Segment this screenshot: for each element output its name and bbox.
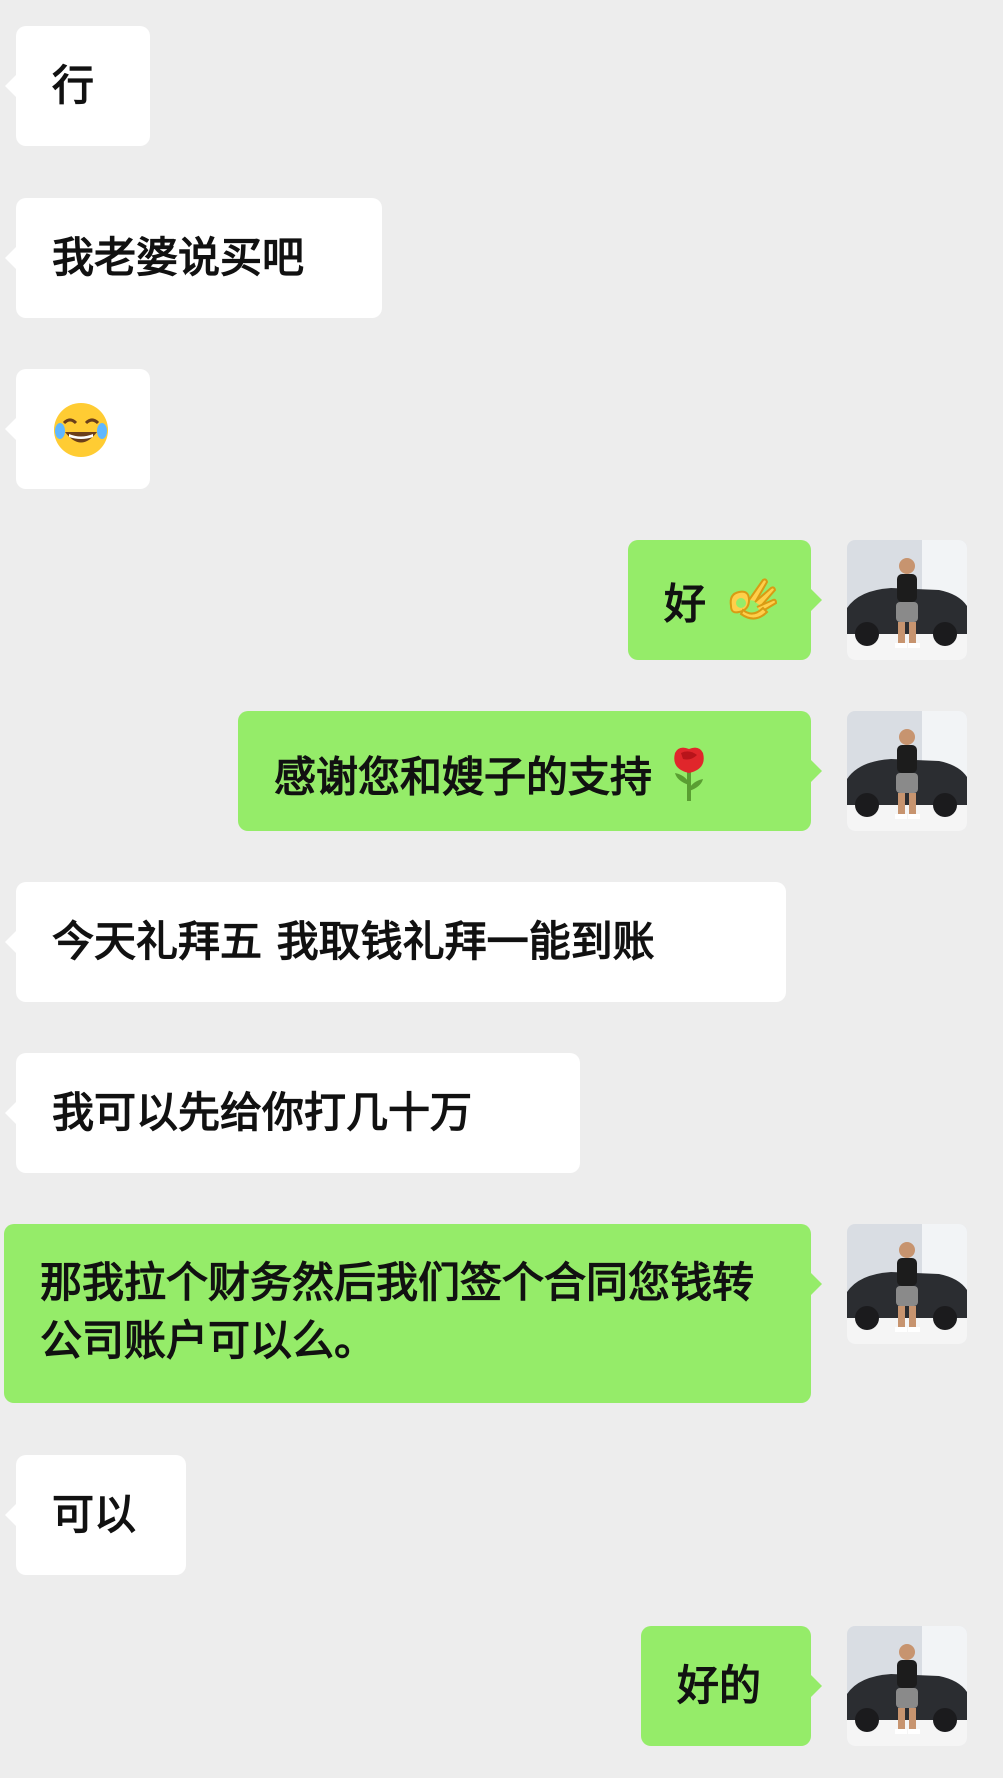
avatar[interactable] xyxy=(847,1626,967,1746)
avatar-photo-icon xyxy=(847,711,967,831)
avatar-photo-icon xyxy=(847,1626,967,1746)
message-bubble[interactable]: 行 xyxy=(5,26,150,146)
avatar-photo-icon xyxy=(847,540,967,660)
avatar[interactable] xyxy=(847,711,967,831)
rose-emoji-icon xyxy=(667,743,711,817)
message-bubble[interactable]: 我可以先给你打几十万 xyxy=(5,1053,580,1173)
message-text: 那我拉个财务然后我们签个合同您钱转公司账户可以么。 xyxy=(40,1258,755,1365)
avatar[interactable] xyxy=(847,540,967,660)
message-text: 感谢您和嫂子的支持 xyxy=(274,752,653,802)
message-text: 行 xyxy=(52,61,95,110)
ok-hand-emoji-icon xyxy=(721,572,777,642)
message-bubble[interactable]: 感谢您和嫂子的支持 xyxy=(238,711,822,831)
message-text: 好的 xyxy=(677,1661,762,1710)
message-text: 我可以先给你打几十万 xyxy=(52,1088,473,1137)
message-bubble[interactable]: 今天礼拜五 我取钱礼拜一能到账 xyxy=(5,882,786,1002)
message-bubble[interactable] xyxy=(5,369,150,489)
chat-area[interactable]: 行 我老婆说买吧 好 感谢您和嫂子的支持 今天礼拜五 我取钱礼拜一能到账 我可以… xyxy=(0,0,1003,1778)
message-bubble[interactable]: 我老婆说买吧 xyxy=(5,198,382,318)
message-bubble[interactable]: 好 xyxy=(628,540,822,660)
laughing-tears-emoji-icon xyxy=(52,401,110,473)
message-text: 好 xyxy=(664,579,707,629)
message-text: 我老婆说买吧 xyxy=(52,233,305,282)
message-bubble[interactable]: 那我拉个财务然后我们签个合同您钱转公司账户可以么。 xyxy=(4,1224,822,1403)
message-bubble[interactable]: 好的 xyxy=(641,1626,822,1746)
avatar-photo-icon xyxy=(847,1224,967,1344)
message-text: 可以 xyxy=(52,1490,137,1539)
avatar[interactable] xyxy=(847,1224,967,1344)
message-text: 今天礼拜五 我取钱礼拜一能到账 xyxy=(52,917,655,966)
message-bubble[interactable]: 可以 xyxy=(5,1455,186,1575)
